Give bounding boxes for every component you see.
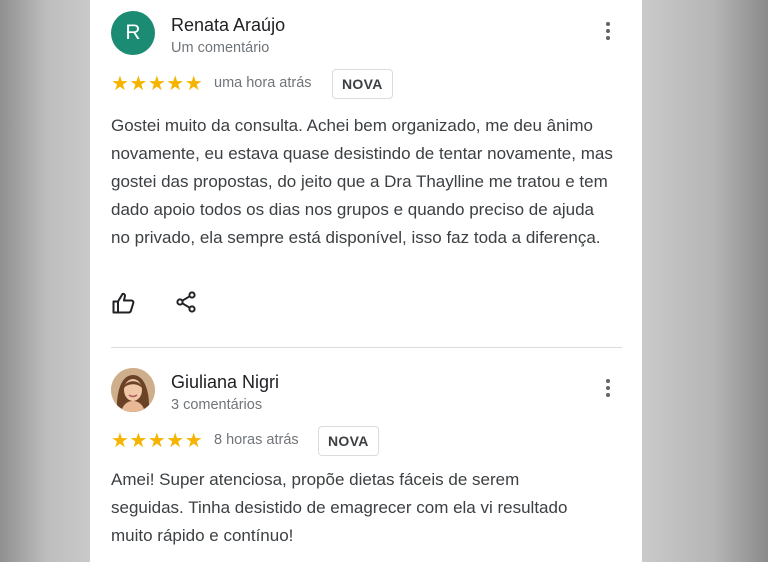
more-vert-icon[interactable] [602, 20, 614, 42]
reviewer-name[interactable]: Giuliana Nigri [171, 372, 279, 393]
reviewer-review-count: 3 comentários [171, 397, 263, 413]
avatar[interactable]: R [111, 11, 155, 55]
thumb-up-icon[interactable] [111, 291, 136, 315]
review-time: 8 horas atrás [214, 432, 299, 448]
review-text: Gostei muito da consulta. Achei bem orga… [111, 116, 613, 247]
review-item: Giuliana Nigri 3 comentários ★★★★★ 8 hor… [90, 348, 642, 562]
avatar[interactable] [111, 368, 155, 412]
reviewer-name[interactable]: Renata Araújo [171, 15, 285, 36]
review-text: Amei! Super atenciosa, propõe dietas fác… [111, 470, 568, 545]
reviews-card: R Renata Araújo Um comentário ★★★★★ uma … [90, 0, 642, 562]
review-time: uma hora atrás [214, 75, 312, 91]
avatar-letter: R [125, 21, 141, 44]
star-rating: ★★★★★ [111, 73, 204, 95]
star-rating: ★★★★★ [111, 430, 204, 452]
more-vert-icon[interactable] [602, 377, 614, 399]
profile-photo [111, 368, 155, 412]
reviewer-review-count: Um comentário [171, 40, 270, 56]
share-icon[interactable] [174, 290, 198, 314]
new-badge: NOVA [318, 426, 379, 456]
new-badge: NOVA [332, 69, 393, 99]
review-item: R Renata Araújo Um comentário ★★★★★ uma … [90, 0, 642, 347]
